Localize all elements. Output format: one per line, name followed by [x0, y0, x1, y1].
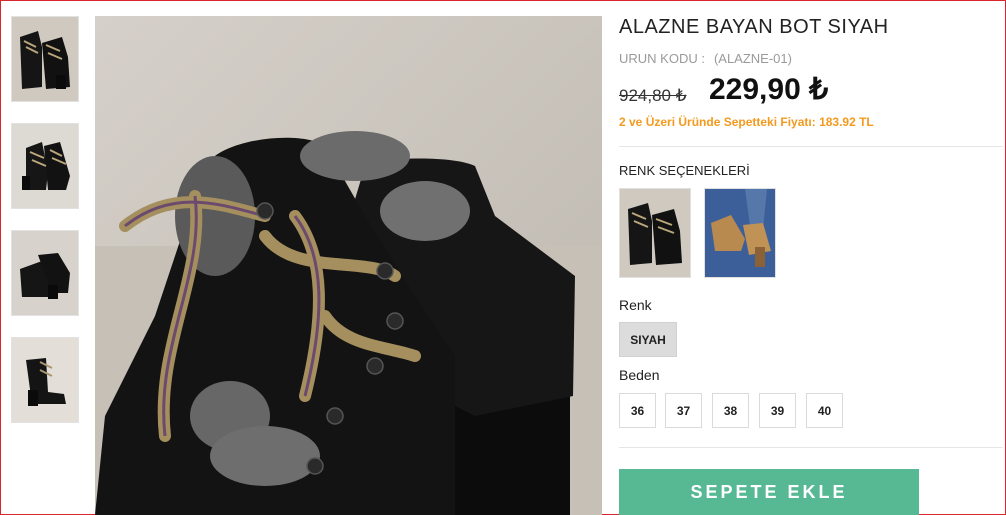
divider: [619, 146, 1003, 147]
add-to-cart-button[interactable]: SEPETE EKLE: [619, 469, 919, 515]
thumbnail-4[interactable]: [11, 337, 79, 423]
product-code-value: (ALAZNE-01): [713, 51, 792, 66]
size-option-40[interactable]: 40: [806, 393, 843, 428]
size-option-38[interactable]: 38: [712, 393, 749, 428]
swatch-black[interactable]: [619, 188, 691, 278]
color-options-label: RENK SEÇENEKLERİ: [619, 163, 750, 178]
thumbnail-list: [11, 16, 79, 444]
swatch-tan[interactable]: [704, 188, 776, 278]
color-label: Renk: [619, 297, 652, 313]
old-price: 924,80 ₺: [619, 86, 687, 105]
size-option-39[interactable]: 39: [759, 393, 796, 428]
size-label: Beden: [619, 367, 660, 383]
product-title: ALAZNE BAYAN BOT SIYAH: [619, 16, 889, 38]
current-price: 229,90 ₺: [709, 73, 829, 106]
color-option-selected[interactable]: SIYAH: [619, 322, 677, 357]
thumbnail-3[interactable]: [11, 230, 79, 316]
divider: [619, 447, 1003, 448]
thumbnail-2[interactable]: [11, 123, 79, 209]
product-code: URUN KODU : (ALAZNE-01): [619, 51, 792, 66]
size-option-36[interactable]: 36: [619, 393, 656, 428]
product-code-label: URUN KODU :: [619, 51, 705, 66]
main-product-image[interactable]: [95, 16, 602, 515]
promo-text: 2 ve Üzeri Üründe Sepetteki Fiyatı: 183.…: [619, 115, 874, 129]
thumbnail-1[interactable]: [11, 16, 79, 102]
size-option-37[interactable]: 37: [665, 393, 702, 428]
